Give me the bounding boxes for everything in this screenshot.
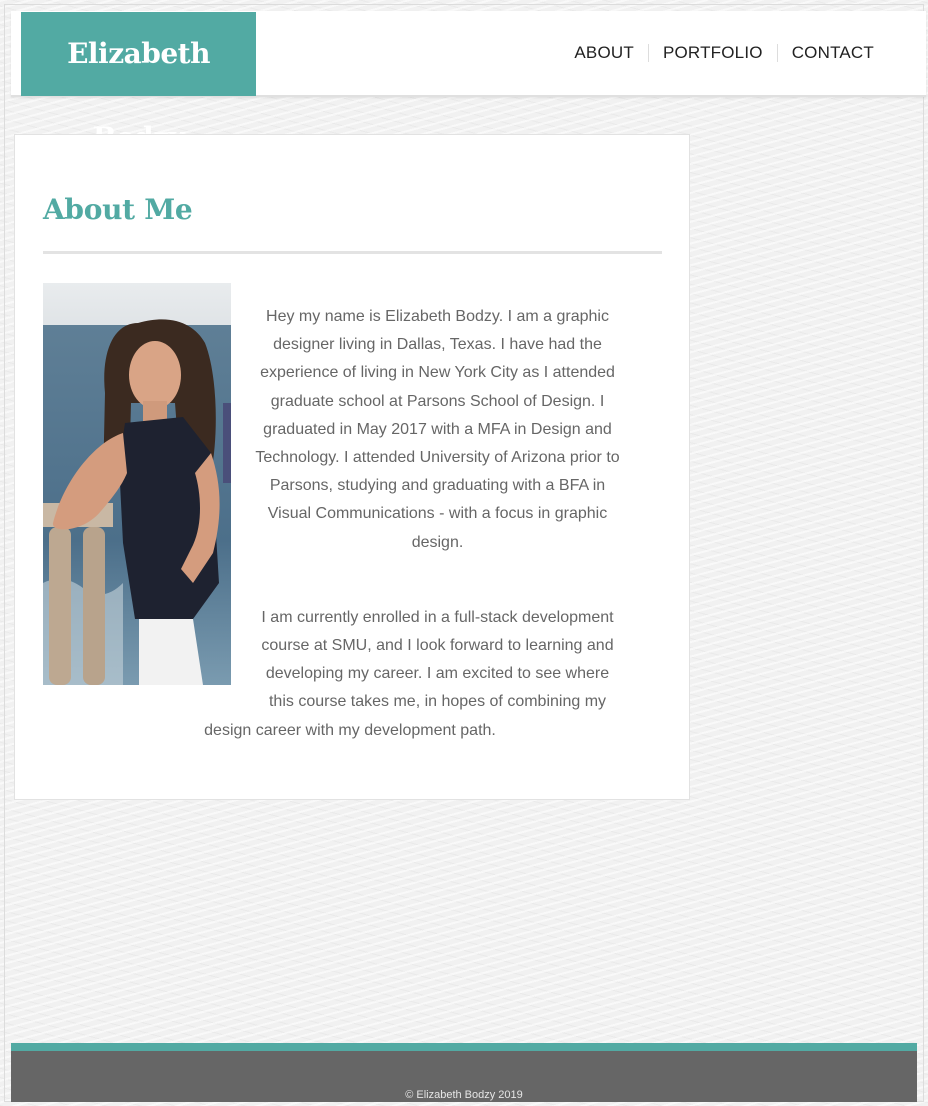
nav-contact[interactable]: CONTACT: [778, 43, 888, 63]
title-divider: [43, 251, 662, 254]
brand-logo[interactable]: Elizabeth Bodzy: [21, 12, 256, 154]
about-text: Hey my name is Elizabeth Bodzy. I am a g…: [80, 303, 620, 745]
site-footer: © Elizabeth Bodzy 2019: [11, 1051, 917, 1102]
site-header: Elizabeth Bodzy ABOUT PORTFOLIO CONTACT: [11, 11, 926, 154]
nav-portfolio[interactable]: PORTFOLIO: [649, 43, 777, 63]
photo-wrap-spacer: [80, 303, 255, 691]
footer-accent-bar: [11, 1043, 917, 1051]
page-title: About Me: [43, 193, 193, 226]
main-nav: ABOUT PORTFOLIO CONTACT: [560, 11, 888, 95]
about-card: About Me Hey my name is Elizabeth Bodzy.…: [14, 134, 690, 800]
copyright-text: © Elizabeth Bodzy 2019: [405, 1089, 523, 1101]
nav-about[interactable]: ABOUT: [560, 43, 648, 63]
